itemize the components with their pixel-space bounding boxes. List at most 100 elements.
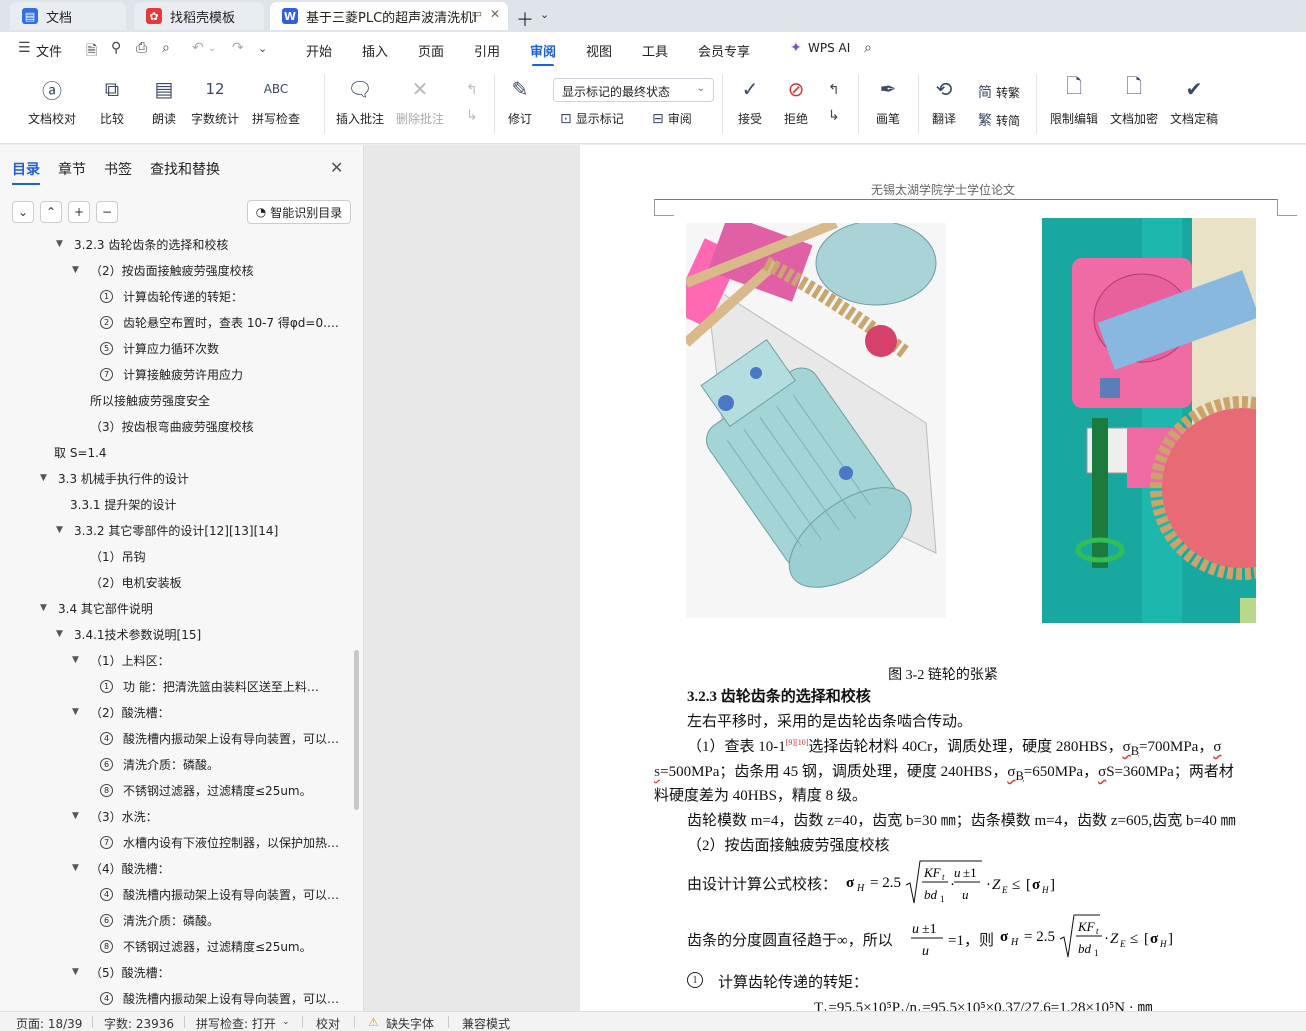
- toc-item[interactable]: ▼ （3）水洗：: [72, 805, 372, 827]
- add-heading-icon[interactable]: +: [68, 201, 90, 223]
- toc-item[interactable]: 5 计算应力循环次数: [100, 337, 400, 359]
- motor-render-image[interactable]: [686, 223, 946, 618]
- caret-down-icon[interactable]: ▼: [72, 967, 86, 977]
- toc-item[interactable]: 4 酸洗槽内振动架上设有导向装置，可以…: [100, 987, 400, 1009]
- redo-icon[interactable]: ↷: [232, 40, 244, 56]
- toc-item[interactable]: ▼ （4）酸洗槽：: [72, 857, 372, 879]
- chevron-down-icon[interactable]: ⌄: [258, 42, 267, 55]
- toc-item[interactable]: 6 清洗介质：磷酸。: [100, 909, 400, 931]
- toc-item[interactable]: ▼ 3.4 其它部件说明: [40, 597, 340, 619]
- close-icon[interactable]: ✕: [490, 7, 500, 21]
- toc-item[interactable]: ▼ 3.4.1技术参数说明[15]: [56, 623, 356, 645]
- toc-item[interactable]: 2 齿轮悬空布置时，查表 10-7 得φd=0.…: [100, 311, 400, 333]
- toc-item[interactable]: 3.3.1 提升架的设计: [70, 493, 370, 515]
- smart-toc-button[interactable]: ◔ 智能识别目录: [247, 200, 351, 224]
- previous-change-icon[interactable]: ↰: [828, 82, 840, 98]
- toc-item[interactable]: （2）电机安装板: [90, 571, 390, 593]
- save-icon[interactable]: 🗎: [86, 40, 97, 64]
- toc-item[interactable]: 取 S=1.4: [54, 441, 354, 463]
- remove-heading-icon[interactable]: −: [96, 201, 118, 223]
- nav-tab-find-replace[interactable]: 查找和替换: [150, 159, 220, 179]
- undo-icon[interactable]: ↶: [192, 40, 204, 56]
- spelling-flag[interactable]: σB: [1123, 739, 1139, 758]
- hamburger-icon[interactable]: ☰: [18, 40, 31, 56]
- word-count-indicator[interactable]: 字数: 23936: [104, 1015, 174, 1031]
- caret-down-icon[interactable]: ▼: [56, 525, 70, 535]
- display-state-select[interactable]: 显示标记的最终状态 ⌄: [553, 78, 714, 102]
- next-comment-icon[interactable]: ↳: [466, 108, 478, 124]
- toc-item[interactable]: ▼ 3.3.2 其它零部件的设计[12][13][14]: [56, 519, 356, 541]
- chevron-down-icon[interactable]: ⌄: [540, 8, 549, 21]
- menu-tools[interactable]: 工具: [642, 41, 668, 60]
- doc-check-button[interactable]: ⓐ 文档校对: [28, 74, 76, 127]
- tensioner-render-image[interactable]: [1042, 218, 1256, 623]
- caret-down-icon[interactable]: ▼: [56, 629, 70, 639]
- toc-item[interactable]: ▼ （2）酸洗槽：: [72, 701, 372, 723]
- expand-icon[interactable]: ⌃: [40, 201, 62, 223]
- caret-down-icon[interactable]: ▼: [72, 811, 86, 821]
- collapse-icon[interactable]: ⌄: [12, 201, 34, 223]
- nav-tab-bookmarks[interactable]: 书签: [104, 159, 132, 179]
- delete-comment-button[interactable]: ✕ 删除批注: [396, 74, 444, 127]
- menu-membership[interactable]: 会员专享: [698, 41, 750, 60]
- toc-item[interactable]: 4 酸洗槽内振动架上设有导向装置，可以…: [100, 883, 400, 905]
- show-marks-button[interactable]: ⊡ 显示标记: [560, 110, 624, 127]
- nav-tab-chapters[interactable]: 章节: [58, 159, 86, 179]
- menu-wps-ai[interactable]: WPS AI: [808, 41, 850, 55]
- next-change-icon[interactable]: ↳: [828, 108, 840, 124]
- caret-down-icon[interactable]: ▼: [72, 707, 86, 717]
- chevron-down-icon[interactable]: ⌄: [208, 43, 216, 54]
- accept-button[interactable]: ✓ 接受: [736, 74, 764, 127]
- toc-item[interactable]: 1 计算齿轮传递的转矩：: [100, 285, 400, 307]
- nav-tab-toc[interactable]: 目录: [12, 159, 40, 185]
- insert-comment-button[interactable]: 🗨 插入批注: [336, 74, 384, 127]
- print-preview-icon[interactable]: ⌕: [162, 40, 170, 56]
- page-indicator[interactable]: 页面: 18/39: [16, 1015, 82, 1031]
- menu-file[interactable]: 文件: [36, 41, 62, 60]
- sigma-symbol[interactable]: σ: [1213, 739, 1221, 755]
- chevron-down-icon[interactable]: ⌄: [282, 1017, 290, 1027]
- spell-check-indicator[interactable]: 拼写检查: 打开: [196, 1015, 276, 1031]
- toc-item[interactable]: ▼ （1）上料区：: [72, 649, 372, 671]
- toc-item[interactable]: （1）吊钩: [90, 545, 390, 567]
- caret-down-icon[interactable]: ▼: [72, 265, 86, 275]
- toc-item[interactable]: 8 不锈钢过滤器，过滤精度≤25um。: [100, 935, 400, 957]
- tab-docer[interactable]: ✿ 找稻壳模板: [134, 2, 264, 30]
- revise-button[interactable]: ✎ 修订: [506, 74, 534, 127]
- menu-references[interactable]: 引用: [474, 41, 500, 60]
- tab-docs[interactable]: ▤ 文档: [10, 2, 126, 30]
- compat-mode-indicator[interactable]: 兼容模式: [462, 1015, 510, 1031]
- search-icon[interactable]: ⌕: [864, 40, 872, 56]
- sigma-symbol[interactable]: σ: [1098, 764, 1106, 780]
- print-icon[interactable]: ⎙: [136, 40, 147, 56]
- menu-insert[interactable]: 插入: [362, 41, 388, 60]
- toc-item[interactable]: （3）按齿根弯曲疲劳强度校核: [90, 415, 390, 437]
- previous-comment-icon[interactable]: ↰: [466, 82, 478, 98]
- pen-button[interactable]: ✒ 画笔: [874, 74, 902, 127]
- toc-item[interactable]: 所以接触疲劳强度安全: [90, 389, 390, 411]
- restrict-edit-button[interactable]: 🗋 限制编辑: [1050, 74, 1098, 127]
- menu-home[interactable]: 开始: [306, 41, 332, 60]
- finalize-button[interactable]: ✔ 文档定稿: [1170, 74, 1218, 127]
- toc-item[interactable]: 7 水槽内设有下液位控制器，以保护加热…: [100, 831, 400, 853]
- translate-button[interactable]: ⟲ 翻译: [930, 74, 958, 127]
- proof-indicator[interactable]: 校对: [316, 1015, 340, 1031]
- menu-page[interactable]: 页面: [418, 41, 444, 60]
- toc-item[interactable]: ▼ 3.3 机械手执行件的设计: [40, 467, 340, 489]
- caret-down-icon[interactable]: ▼: [72, 863, 86, 873]
- menu-review[interactable]: 审阅: [530, 41, 556, 67]
- spell-check-button[interactable]: ABC 拼写检查: [252, 74, 300, 127]
- toc-item[interactable]: ▼ （2）按齿面接触疲劳强度校核: [72, 259, 372, 281]
- menu-view[interactable]: 视图: [586, 41, 612, 60]
- tab-current-document[interactable]: W 基于三菱PLC的超声波清洗机F ▭ ✕: [270, 2, 508, 30]
- review-pane-button[interactable]: ⊟ 审阅: [652, 110, 692, 127]
- caret-down-icon[interactable]: ▼: [72, 655, 86, 665]
- to-traditional-button[interactable]: 简 转繁: [978, 82, 1020, 102]
- caret-down-icon[interactable]: ▼: [40, 473, 54, 483]
- nav-scrollbar[interactable]: [354, 650, 359, 810]
- encrypt-button[interactable]: 🗋 文档加密: [1110, 74, 1158, 127]
- close-icon[interactable]: ✕: [330, 158, 343, 177]
- new-tab-icon[interactable]: ＋: [516, 6, 534, 32]
- toc-item[interactable]: ▼ 3.2.3 齿轮齿条的选择和校核: [56, 233, 356, 255]
- export-icon[interactable]: ⚲: [111, 40, 121, 56]
